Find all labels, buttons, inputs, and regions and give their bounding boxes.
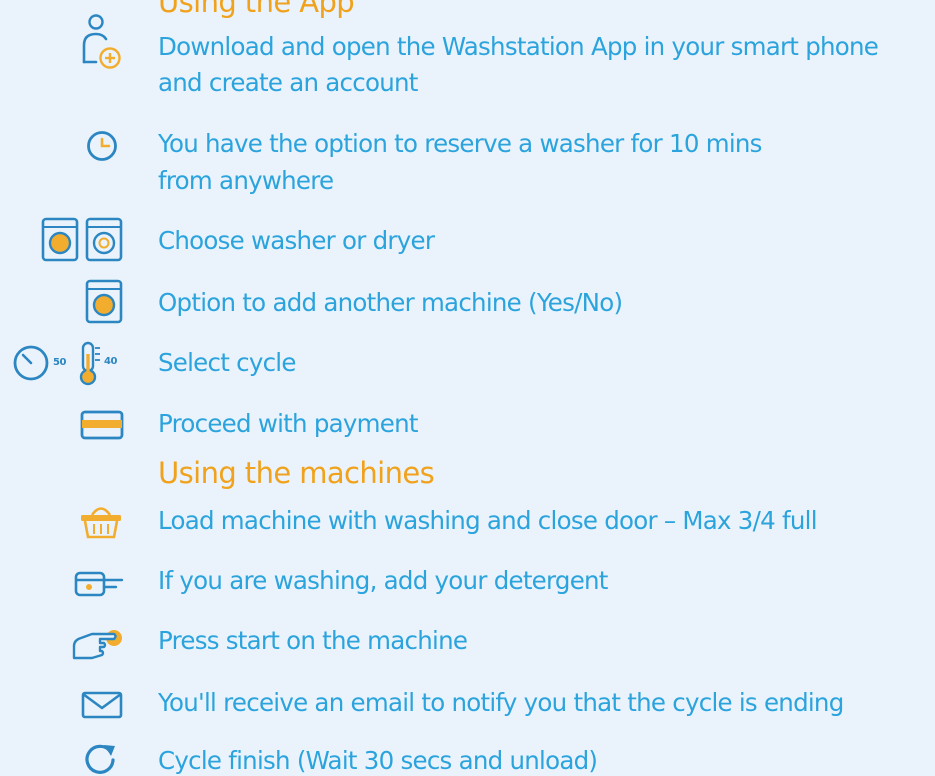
user-add-icon (82, 14, 121, 69)
section-heading-app: Using the App (158, 0, 355, 19)
temperature-value-label: 40 (104, 356, 117, 367)
section-heading-machines: Using the machines (158, 456, 435, 490)
refresh-icon (85, 744, 115, 774)
timer-icon (13, 345, 49, 381)
instructions-page: { "sections": { "app": { "heading": "Usi… (0, 0, 935, 776)
press-button-icon (72, 630, 122, 660)
step-add-detergent: If you are washing, add your detergent (158, 566, 608, 595)
washer-dryer-icon (41, 217, 123, 262)
step-press-start: Press start on the machine (158, 626, 468, 655)
clock-icon (87, 131, 117, 161)
email-icon (81, 691, 123, 719)
step-load-machine: Load machine with washing and close door… (158, 506, 818, 535)
step-text-line: Download and open the Washstation App in… (158, 32, 879, 61)
step-cycle-finish: Cycle finish (Wait 30 secs and unload) (158, 746, 598, 775)
step-text-line: and create an account (158, 68, 418, 97)
detergent-drawer-icon (74, 571, 124, 597)
step-choose-machine: Choose washer or dryer (158, 226, 435, 255)
timer-value-label: 50 (53, 357, 66, 368)
step-text-line: You have the option to reserve a washer … (158, 129, 762, 158)
step-email-notification: You'll receive an email to notify you th… (158, 688, 844, 717)
laundry-basket-icon (81, 507, 121, 539)
thermometer-icon (79, 341, 100, 386)
credit-card-icon (80, 410, 124, 440)
step-add-machine: Option to add another machine (Yes/No) (158, 288, 623, 317)
step-select-cycle: Select cycle (158, 348, 296, 377)
washer-icon (85, 279, 123, 324)
step-payment: Proceed with payment (158, 409, 418, 438)
step-text-line: from anywhere (158, 166, 334, 195)
